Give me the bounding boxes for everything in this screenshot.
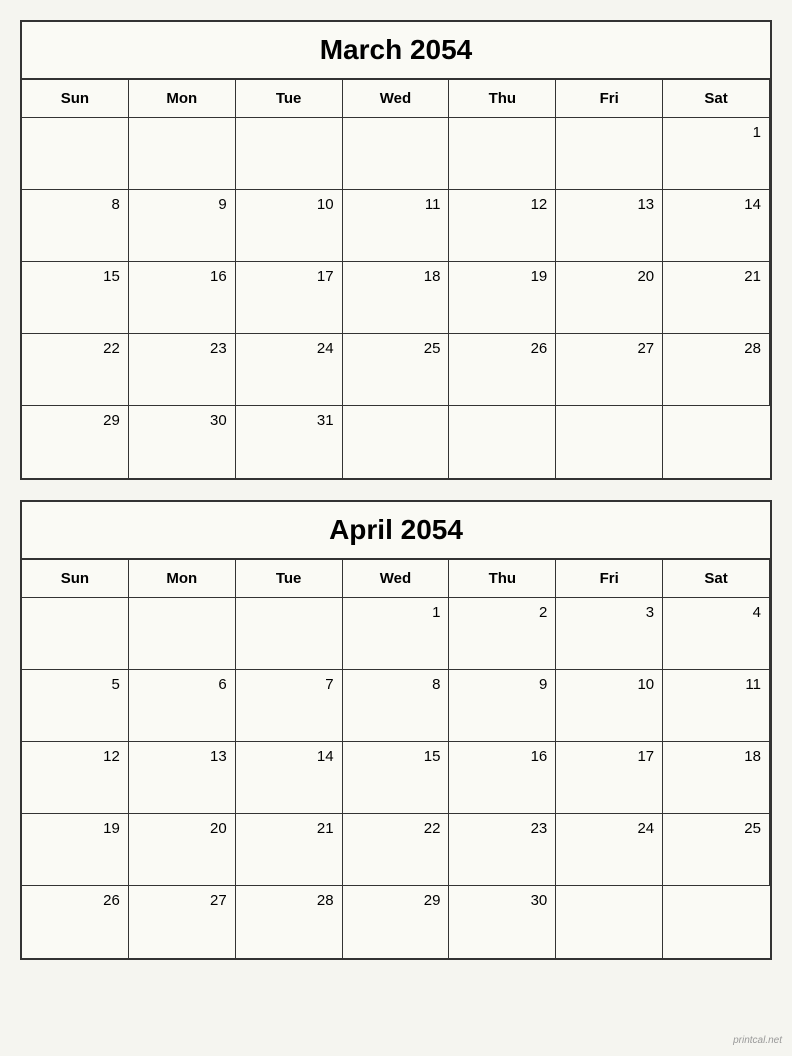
table-row: 11 — [343, 190, 450, 262]
dow-sat-april: Sat — [663, 560, 770, 598]
table-row: 25 — [663, 814, 770, 886]
dow-sat-march: Sat — [663, 80, 770, 118]
april-calendar: April 2054 Sun Mon Tue Wed Thu Fri Sat 1… — [20, 500, 772, 960]
table-row: 10 — [236, 190, 343, 262]
table-row: 2 — [449, 598, 556, 670]
table-row — [129, 598, 236, 670]
dow-fri-april: Fri — [556, 560, 663, 598]
table-row: 31 — [236, 406, 343, 478]
table-row: 17 — [556, 742, 663, 814]
table-row: 30 — [449, 886, 556, 958]
table-row: 25 — [343, 334, 450, 406]
table-row: 18 — [663, 742, 770, 814]
table-row: 21 — [236, 814, 343, 886]
dow-wed-april: Wed — [343, 560, 450, 598]
dow-sun-april: Sun — [22, 560, 129, 598]
dow-wed-march: Wed — [343, 80, 450, 118]
dow-thu-march: Thu — [449, 80, 556, 118]
table-row: 24 — [556, 814, 663, 886]
table-row: 20 — [129, 814, 236, 886]
table-row: 23 — [129, 334, 236, 406]
table-row: 19 — [449, 262, 556, 334]
table-row — [22, 598, 129, 670]
table-row — [22, 118, 129, 190]
april-title: April 2054 — [22, 502, 770, 560]
april-grid: Sun Mon Tue Wed Thu Fri Sat 1 2 3 4 5 6 … — [22, 560, 770, 958]
table-row — [556, 118, 663, 190]
table-row: 12 — [449, 190, 556, 262]
table-row: 12 — [22, 742, 129, 814]
table-row: 14 — [663, 190, 770, 262]
table-row: 15 — [22, 262, 129, 334]
table-row: 5 — [22, 670, 129, 742]
table-row: 27 — [556, 334, 663, 406]
table-row: 9 — [129, 190, 236, 262]
table-row — [449, 118, 556, 190]
march-title: March 2054 — [22, 22, 770, 80]
table-row: 22 — [22, 334, 129, 406]
table-row — [663, 406, 770, 478]
table-row: 27 — [129, 886, 236, 958]
table-row: 30 — [129, 406, 236, 478]
dow-mon-march: Mon — [129, 80, 236, 118]
table-row: 21 — [663, 262, 770, 334]
table-row — [343, 118, 450, 190]
table-row: 29 — [343, 886, 450, 958]
table-row: 14 — [236, 742, 343, 814]
table-row: 13 — [556, 190, 663, 262]
table-row: 16 — [449, 742, 556, 814]
table-row: 22 — [343, 814, 450, 886]
dow-fri-march: Fri — [556, 80, 663, 118]
table-row — [343, 406, 450, 478]
table-row: 29 — [22, 406, 129, 478]
table-row: 8 — [343, 670, 450, 742]
dow-mon-april: Mon — [129, 560, 236, 598]
dow-tue-april: Tue — [236, 560, 343, 598]
table-row: 7 — [236, 670, 343, 742]
table-row — [236, 118, 343, 190]
table-row: 1 — [343, 598, 450, 670]
table-row: 9 — [449, 670, 556, 742]
table-row — [449, 406, 556, 478]
table-row: 13 — [129, 742, 236, 814]
table-row: 26 — [449, 334, 556, 406]
table-row: 18 — [343, 262, 450, 334]
table-row: 16 — [129, 262, 236, 334]
table-row: 17 — [236, 262, 343, 334]
table-row: 6 — [129, 670, 236, 742]
dow-sun-march: Sun — [22, 80, 129, 118]
table-row: 28 — [663, 334, 770, 406]
dow-thu-april: Thu — [449, 560, 556, 598]
table-row — [129, 118, 236, 190]
table-row: 4 — [663, 598, 770, 670]
table-row: 26 — [22, 886, 129, 958]
dow-tue-march: Tue — [236, 80, 343, 118]
table-row: 3 — [556, 598, 663, 670]
table-row: 20 — [556, 262, 663, 334]
table-row — [236, 598, 343, 670]
table-row: 24 — [236, 334, 343, 406]
table-row: 19 — [22, 814, 129, 886]
march-calendar: March 2054 Sun Mon Tue Wed Thu Fri Sat 1… — [20, 20, 772, 480]
table-row: 28 — [236, 886, 343, 958]
table-row — [556, 406, 663, 478]
table-row: 11 — [663, 670, 770, 742]
table-row: 8 — [22, 190, 129, 262]
table-row: 23 — [449, 814, 556, 886]
table-row — [556, 886, 663, 958]
march-grid: Sun Mon Tue Wed Thu Fri Sat 1 8 9 10 11 … — [22, 80, 770, 478]
table-row: 10 — [556, 670, 663, 742]
table-row: 15 — [343, 742, 450, 814]
table-row — [663, 886, 770, 958]
table-row: 1 — [663, 118, 770, 190]
watermark: printcal.net — [733, 1035, 782, 1046]
